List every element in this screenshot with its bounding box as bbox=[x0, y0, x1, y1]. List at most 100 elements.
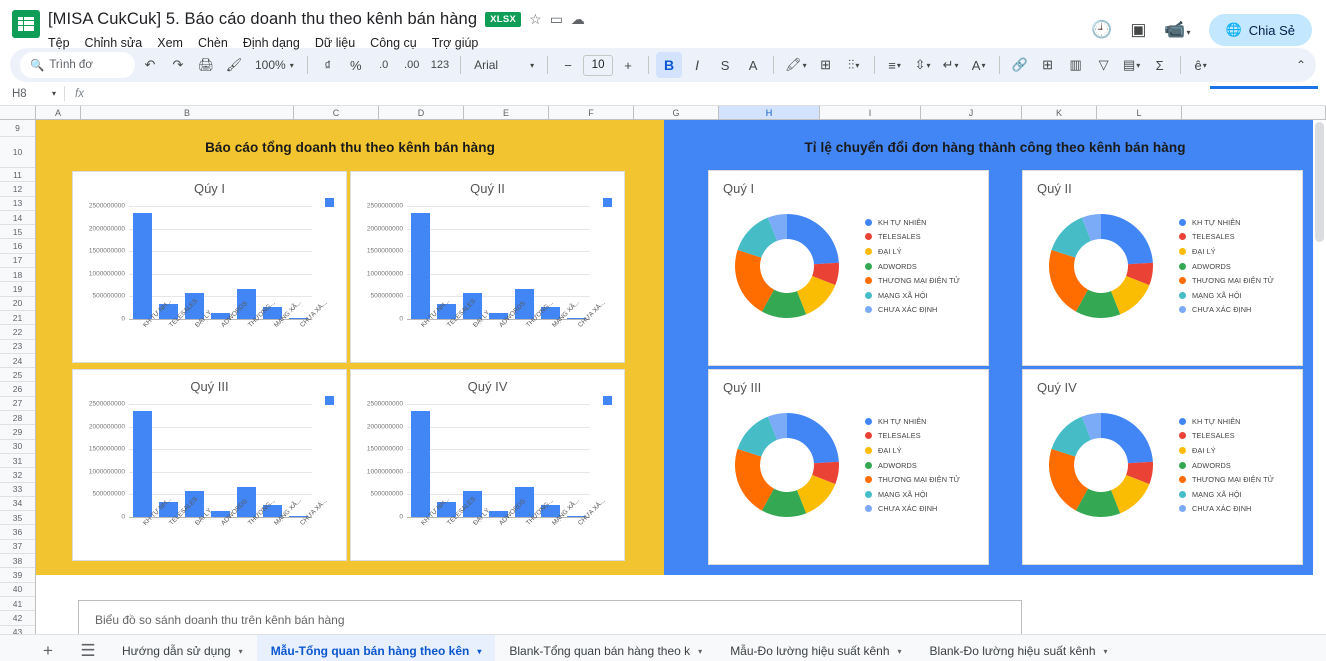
version-history-icon[interactable]: 🕘 bbox=[1091, 20, 1112, 40]
row-header-34[interactable]: 34 bbox=[0, 497, 35, 512]
row-header-27[interactable]: 27 bbox=[0, 397, 35, 412]
row-header-13[interactable]: 13 bbox=[0, 197, 35, 211]
legend-item[interactable]: KH TỰ NHIÊN bbox=[865, 215, 960, 230]
row-header-32[interactable]: 32 bbox=[0, 468, 35, 483]
legend-item[interactable]: ADWORDS bbox=[865, 259, 960, 274]
legend-item[interactable]: ĐẠI LÝ bbox=[865, 443, 960, 458]
undo-button[interactable]: ↶ bbox=[137, 52, 163, 78]
redo-button[interactable]: ↷ bbox=[165, 52, 191, 78]
row-header-25[interactable]: 25 bbox=[0, 368, 35, 383]
sheet-tab-blank-tong-quan[interactable]: Blank-Tổng quan bán hàng theo k ▾ bbox=[495, 635, 716, 661]
sheet-tab-mau-tong-quan[interactable]: Mẫu-Tổng quan bán hàng theo kên ▾ bbox=[256, 635, 496, 661]
print-button[interactable]: 🖨 bbox=[193, 52, 219, 78]
sheet-tab-huong-dan[interactable]: Hướng dẫn sử dụng ▾ bbox=[108, 635, 257, 661]
row-header-28[interactable]: 28 bbox=[0, 411, 35, 426]
donut-chart-card[interactable]: Quý I KH TỰ NHIÊN TELESALES ĐẠI LÝ ADWORDS TH… bbox=[708, 170, 989, 366]
column-header-J[interactable]: J bbox=[921, 106, 1022, 119]
bar-chart-card[interactable]: Qúy I 2500000000 2000000000 1500000000 10000… bbox=[72, 171, 347, 363]
sheet-tab-mau-do-luong[interactable]: Mẫu-Đo lường hiệu suất kênh ▾ bbox=[716, 635, 915, 661]
italic-button[interactable]: I bbox=[684, 52, 710, 78]
bar[interactable] bbox=[132, 410, 152, 517]
menu-item-view[interactable]: Xem bbox=[157, 36, 183, 50]
donut-slice[interactable] bbox=[1101, 413, 1153, 464]
bar-chart-card[interactable]: Quý III 2500000000 2000000000 1500000000 100… bbox=[72, 369, 347, 561]
input-tools-button[interactable]: ê ▾ bbox=[1188, 52, 1214, 78]
row-header-12[interactable]: 12 bbox=[0, 182, 35, 197]
row-header-23[interactable]: 23 bbox=[0, 340, 35, 354]
document-title[interactable]: [MISA CukCuk] 5. Báo cáo doanh thu theo … bbox=[48, 10, 477, 29]
horizontal-align-button[interactable]: ≡ ▾ bbox=[882, 52, 908, 78]
chevron-down-icon[interactable]: ▾ bbox=[239, 647, 243, 656]
menu-item-format[interactable]: Định dạng bbox=[243, 36, 300, 50]
sheet-tab-blank-do-luong[interactable]: Blank-Đo lường hiệu suất kênh ▾ bbox=[916, 635, 1122, 661]
row-header-15[interactable]: 15 bbox=[0, 225, 35, 240]
row-header-43[interactable]: 43 bbox=[0, 626, 35, 634]
row-header-40[interactable]: 40 bbox=[0, 583, 35, 597]
chevron-down-icon[interactable]: ▾ bbox=[477, 647, 481, 656]
filter-views-button[interactable]: ▤ ▾ bbox=[1119, 52, 1145, 78]
menu-item-help[interactable]: Trợ giúp bbox=[432, 36, 479, 50]
bar[interactable] bbox=[410, 212, 430, 319]
row-header-30[interactable]: 30 bbox=[0, 440, 35, 454]
merge-cells-button[interactable]: ⫶⫶ ▾ bbox=[841, 52, 867, 78]
legend-item[interactable]: MẠNG XÃ HỘI bbox=[865, 487, 960, 502]
legend-item[interactable]: KH TỰ NHIÊN bbox=[865, 414, 960, 429]
font-size-input[interactable]: 10 bbox=[583, 54, 614, 76]
bar[interactable] bbox=[410, 410, 430, 517]
row-header-18[interactable]: 18 bbox=[0, 268, 35, 283]
row-header-36[interactable]: 36 bbox=[0, 525, 35, 540]
donut-slice[interactable] bbox=[787, 413, 839, 464]
legend-item[interactable]: CHƯA XÁC ĐỊNH bbox=[865, 302, 960, 317]
add-sheet-button[interactable]: + bbox=[28, 635, 68, 661]
row-header-37[interactable]: 37 bbox=[0, 540, 35, 555]
donut-slice[interactable] bbox=[787, 214, 839, 265]
percent-format-button[interactable]: % bbox=[343, 52, 369, 78]
insert-comment-button[interactable]: ⊞ bbox=[1035, 52, 1061, 78]
legend-item[interactable]: ĐẠI LÝ bbox=[1179, 244, 1274, 259]
legend-item[interactable]: MẠNG XÃ HỘI bbox=[1179, 487, 1274, 502]
cloud-saved-icon[interactable]: ☁ bbox=[571, 12, 585, 26]
legend-item[interactable]: THƯƠNG MẠI ĐIỆN TỬ bbox=[865, 472, 960, 487]
share-button[interactable]: 🌐 Chia Sẻ bbox=[1208, 14, 1312, 46]
row-header-10[interactable]: 10 bbox=[0, 137, 35, 168]
row-header-11[interactable]: 11 bbox=[0, 168, 35, 183]
row-header-29[interactable]: 29 bbox=[0, 425, 35, 440]
row-header-42[interactable]: 42 bbox=[0, 611, 35, 626]
search-input[interactable]: 🔍 Trình đơ bbox=[20, 52, 135, 78]
legend-item[interactable]: CHƯA XÁC ĐỊNH bbox=[1179, 302, 1274, 317]
menu-item-edit[interactable]: Chỉnh sửa bbox=[85, 36, 143, 50]
column-header-E[interactable]: E bbox=[464, 106, 549, 119]
fill-color-button[interactable]: 🖍 ▾ bbox=[781, 52, 811, 78]
column-header-F[interactable]: F bbox=[549, 106, 634, 119]
comparison-chart-card[interactable]: Biểu đồ so sánh doanh thu trên kênh bán … bbox=[78, 600, 1022, 634]
menu-item-file[interactable]: Tệp bbox=[48, 36, 70, 50]
increase-decimal-button[interactable]: .00 bbox=[399, 52, 425, 78]
select-all-corner[interactable] bbox=[0, 106, 36, 119]
insert-link-button[interactable]: 🔗 bbox=[1007, 52, 1033, 78]
donut-chart-card[interactable]: Quý II KH TỰ NHIÊN TELESALES ĐẠI LÝ ADWORDS T… bbox=[1022, 170, 1303, 366]
row-header-17[interactable]: 17 bbox=[0, 254, 35, 269]
row-header-38[interactable]: 38 bbox=[0, 554, 35, 569]
row-header-39[interactable]: 39 bbox=[0, 568, 35, 583]
row-header-16[interactable]: 16 bbox=[0, 239, 35, 254]
font-family-selector[interactable]: Arial ▾ bbox=[468, 58, 540, 72]
column-header-D[interactable]: D bbox=[379, 106, 464, 119]
legend-item[interactable]: KH TỰ NHIÊN bbox=[1179, 414, 1274, 429]
legend-item[interactable]: THƯƠNG MẠI ĐIỆN TỬ bbox=[1179, 472, 1274, 487]
legend-item[interactable]: TELESALES bbox=[1179, 429, 1274, 444]
legend-item[interactable]: KH TỰ NHIÊN bbox=[1179, 215, 1274, 230]
decrease-font-size-button[interactable]: − bbox=[555, 52, 581, 78]
legend-item[interactable]: CHƯA XÁC ĐỊNH bbox=[865, 501, 960, 516]
row-header-14[interactable]: 14 bbox=[0, 211, 35, 226]
legend-item[interactable]: TELESALES bbox=[865, 429, 960, 444]
legend-item[interactable]: TELESALES bbox=[865, 230, 960, 245]
increase-font-size-button[interactable]: + bbox=[615, 52, 641, 78]
legend-item[interactable]: ADWORDS bbox=[1179, 259, 1274, 274]
more-formats-button[interactable]: 123 bbox=[427, 52, 453, 78]
column-header-G[interactable]: G bbox=[634, 106, 719, 119]
legend-item[interactable]: THƯƠNG MẠI ĐIỆN TỬ bbox=[865, 273, 960, 288]
all-sheets-button[interactable]: ☰ bbox=[68, 635, 108, 661]
column-header-L[interactable]: L bbox=[1097, 106, 1182, 119]
star-icon[interactable]: ☆ bbox=[529, 12, 542, 26]
donut-slice[interactable] bbox=[1101, 214, 1153, 265]
